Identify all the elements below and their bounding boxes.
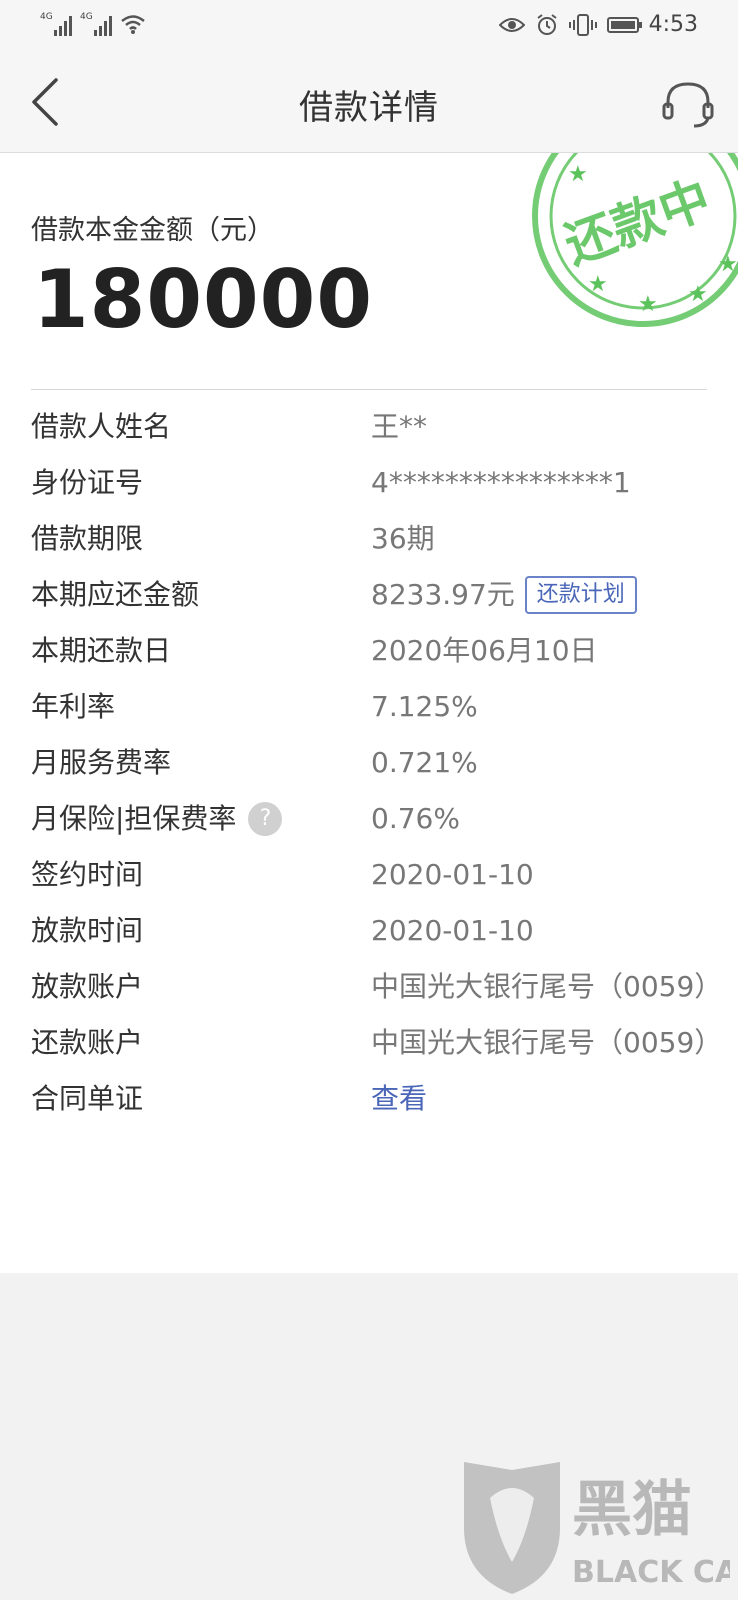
insurance-fee-label: 月保险|担保费率	[31, 802, 237, 835]
row-loan-account: 放款账户 中国光大银行尾号（0059）	[31, 959, 723, 1015]
watermark-en: BLACK CAT	[572, 1555, 730, 1590]
insurance-fee-label-wrap: 月保险|担保费率 ?	[31, 791, 371, 847]
service-fee-value: 0.721%	[371, 746, 478, 779]
row-due-amount: 本期应还金额 8233.97元 还款计划	[31, 567, 711, 623]
sign-time-label: 签约时间	[31, 858, 144, 891]
due-date-label: 本期还款日	[31, 634, 172, 667]
row-service-fee: 月服务费率 0.721%	[31, 735, 711, 791]
network-type-label: 4G	[40, 12, 53, 22]
repay-account-value: 中国光大银行尾号（0059）	[371, 1026, 723, 1059]
id-number-label: 身份证号	[31, 466, 144, 499]
svg-text:★: ★	[568, 162, 588, 187]
row-due-date: 本期还款日 2020年06月10日	[31, 623, 711, 679]
headset-icon[interactable]	[660, 78, 716, 130]
annual-rate-value: 7.125%	[371, 690, 478, 723]
network-type-label-2: 4G	[80, 12, 93, 22]
signal-strength-icon: 4G	[40, 12, 72, 36]
nav-bar: 借款详情	[0, 52, 738, 153]
service-fee-label: 月服务费率	[31, 746, 172, 779]
battery-icon	[606, 16, 642, 33]
row-repay-account: 还款账户 中国光大银行尾号（0059）	[31, 1015, 723, 1071]
row-borrower-name: 借款人姓名 王**	[31, 399, 711, 455]
amount-label: 借款本金金额（元）	[31, 215, 274, 246]
row-sign-time: 签约时间 2020-01-10	[31, 847, 711, 903]
loan-time-value: 2020-01-10	[371, 914, 534, 947]
watermark-cn: 黑猫	[572, 1475, 692, 1545]
signal-strength-icon-2: 4G	[80, 12, 112, 36]
loan-account-label: 放款账户	[31, 970, 144, 1003]
svg-text:★: ★	[718, 252, 738, 277]
amount-value: 180000	[33, 253, 373, 346]
loan-detail-card: 借款本金金额（元） 180000 还款中 ★ ★ ★ ★ ★ 借款人姓名 王**…	[0, 153, 738, 1273]
black-cat-watermark: 黑猫 BLACK CAT	[464, 1462, 730, 1594]
contract-label: 合同单证	[31, 1082, 144, 1115]
row-contract: 合同单证 查看	[31, 1071, 711, 1127]
svg-text:★: ★	[588, 272, 608, 297]
status-bar: 4G 4G 4:53	[0, 0, 738, 52]
detail-list: 借款人姓名 王** 身份证号 4****************1 借款期限 3…	[31, 399, 723, 1127]
alarm-icon	[536, 13, 557, 35]
row-id-number: 身份证号 4****************1	[31, 455, 711, 511]
annual-rate-label: 年利率	[31, 690, 116, 723]
loan-account-value: 中国光大银行尾号（0059）	[371, 970, 723, 1003]
due-amount-value-wrap: 8233.97元 还款计划	[371, 567, 711, 623]
repaying-stamp: 还款中 ★ ★ ★ ★ ★	[532, 153, 738, 327]
help-icon[interactable]: ?	[248, 802, 283, 836]
loan-time-label: 放款时间	[31, 914, 144, 947]
repayment-plan-button[interactable]: 还款计划	[524, 576, 637, 614]
id-number-value: 4****************1	[371, 466, 631, 499]
term-value: 36期	[371, 522, 435, 555]
row-loan-time: 放款时间 2020-01-10	[31, 903, 711, 959]
svg-text:★: ★	[638, 292, 658, 317]
borrower-name-value: 王**	[371, 410, 428, 443]
due-amount-label: 本期应还金额	[31, 578, 200, 611]
row-annual-rate: 年利率 7.125%	[31, 679, 711, 735]
row-insurance-fee: 月保险|担保费率 ? 0.76%	[31, 791, 711, 847]
borrower-name-label: 借款人姓名	[31, 410, 172, 443]
eye-icon	[498, 17, 525, 32]
clock-time: 4:53	[648, 12, 698, 37]
repay-account-label: 还款账户	[31, 1026, 144, 1059]
term-label: 借款期限	[31, 522, 144, 555]
svg-text:★: ★	[688, 282, 708, 307]
divider	[31, 389, 707, 390]
page-title: 借款详情	[299, 88, 439, 128]
sign-time-value: 2020-01-10	[371, 858, 534, 891]
wifi-icon	[121, 15, 145, 34]
due-date-value: 2020年06月10日	[371, 634, 598, 667]
row-term: 借款期限 36期	[31, 511, 711, 567]
insurance-fee-value: 0.76%	[371, 802, 460, 835]
due-amount-value: 8233.97元	[371, 578, 515, 611]
view-contract-link[interactable]: 查看	[371, 1071, 427, 1127]
vibrate-icon	[568, 13, 597, 36]
